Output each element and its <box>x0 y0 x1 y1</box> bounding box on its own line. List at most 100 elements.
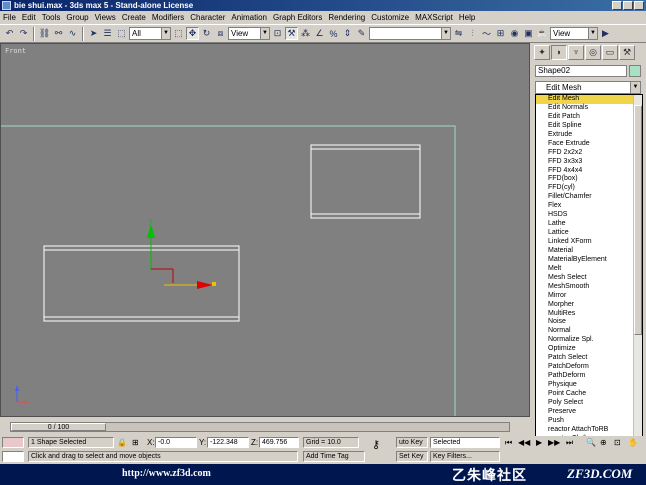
select-manipulate-icon[interactable]: ⚒ <box>285 27 298 40</box>
time-slider[interactable]: 0 / 100 <box>0 421 530 433</box>
modifier-item[interactable]: FFD 2x2x2 <box>536 149 642 158</box>
zoom-icon[interactable]: 🔍 <box>586 437 596 448</box>
modify-tab-icon[interactable]: ◗ <box>551 45 567 60</box>
modifier-item[interactable]: Edit Spline <box>536 122 642 131</box>
add-time-tag-button[interactable]: Add Time Tag <box>303 451 365 462</box>
utilities-tab-icon[interactable]: ⚒ <box>619 45 635 60</box>
modifier-item[interactable]: MultiRes <box>536 310 642 319</box>
modifier-item[interactable]: FFD(box) <box>536 175 642 184</box>
transform-gizmo[interactable]: y <box>147 218 216 289</box>
modifier-item[interactable]: Flex <box>536 202 642 211</box>
menu-file[interactable]: File <box>3 13 16 22</box>
edit-named-selections-icon[interactable]: ✎ <box>355 27 368 40</box>
curve-editor-icon[interactable]: 〜 <box>480 27 493 40</box>
modifier-item[interactable]: Patch Select <box>536 354 642 363</box>
modifier-item[interactable]: Push <box>536 417 642 426</box>
undo-icon[interactable]: ↶ <box>3 27 16 40</box>
modifier-item[interactable]: Morpher <box>536 301 642 310</box>
align-icon[interactable]: ⫶ <box>466 27 479 40</box>
prev-frame-icon[interactable]: ◀◀ <box>518 437 530 448</box>
set-key-button[interactable]: Set Key <box>396 451 428 462</box>
modifier-item[interactable]: PathDeform <box>536 372 642 381</box>
modifier-item[interactable]: Optimize <box>536 345 642 354</box>
menu-modifiers[interactable]: Modifiers <box>152 13 184 22</box>
window-crossing-icon[interactable]: ⬚ <box>172 27 185 40</box>
menu-edit[interactable]: Edit <box>22 13 36 22</box>
modifier-item[interactable]: FFD 3x3x3 <box>536 158 642 167</box>
time-slider-track[interactable]: 0 / 100 <box>10 422 510 432</box>
modifier-item[interactable]: FFD(cyl) <box>536 184 642 193</box>
select-by-name-icon[interactable]: ☰ <box>101 27 114 40</box>
display-tab-icon[interactable]: ▭ <box>602 45 618 60</box>
quick-render-icon[interactable]: ☕ <box>536 27 549 40</box>
pivot-center-icon[interactable]: ⊡ <box>271 27 284 40</box>
modifier-item[interactable]: FFD 4x4x4 <box>536 167 642 176</box>
zoom-all-icon[interactable]: ⊕ <box>600 437 607 448</box>
schematic-view-icon[interactable]: ⊞ <box>494 27 507 40</box>
menu-customize[interactable]: Customize <box>371 13 409 22</box>
modifier-item[interactable]: Poly Select <box>536 399 642 408</box>
modifier-item[interactable]: Mirror <box>536 292 642 301</box>
rotate-icon[interactable]: ↻ <box>200 27 213 40</box>
modifier-item[interactable]: Face Extrude <box>536 140 642 149</box>
maxscript-listener-box[interactable] <box>2 437 24 448</box>
modifier-item[interactable]: Melt <box>536 265 642 274</box>
modifier-item[interactable]: reactor AttachToRB <box>536 426 642 435</box>
lock-icon[interactable]: 🔒 <box>117 437 127 448</box>
object-name-field[interactable]: Shape02 <box>535 65 627 77</box>
goto-start-icon[interactable]: ⏮ <box>505 437 512 448</box>
selection-filter-select[interactable]: All ▼ <box>129 27 171 40</box>
pan-icon[interactable]: ✋ <box>628 437 638 448</box>
snap-toggle-icon[interactable]: ⁂ <box>299 27 312 40</box>
goto-end-icon[interactable]: ⏭ <box>566 437 573 448</box>
spinner-snap-icon[interactable]: ⇕ <box>341 27 354 40</box>
play-icon[interactable]: ▶ <box>536 437 542 448</box>
absolute-mode-icon[interactable]: ⊞ <box>132 437 139 448</box>
menu-graph-editors[interactable]: Graph Editors <box>273 13 322 22</box>
bind-spacewarp-icon[interactable]: ∿ <box>66 27 79 40</box>
render-view-select[interactable]: View ▼ <box>550 27 598 40</box>
modifier-item[interactable]: Lattice <box>536 229 642 238</box>
modifier-item[interactable]: Physique <box>536 381 642 390</box>
z-coord-field[interactable]: 469.756 <box>259 437 299 448</box>
close-button[interactable] <box>634 1 644 10</box>
angle-snap-icon[interactable]: ∠ <box>313 27 326 40</box>
create-tab-icon[interactable]: ✦ <box>534 45 550 60</box>
menu-create[interactable]: Create <box>122 13 146 22</box>
modifier-item[interactable]: Lathe <box>536 220 642 229</box>
percent-snap-icon[interactable]: % <box>327 27 340 40</box>
shape-object-right[interactable] <box>310 144 421 219</box>
auto-key-button[interactable]: uto Key <box>396 437 428 448</box>
modifier-item[interactable]: HSDS <box>536 211 642 220</box>
key-icon[interactable]: ⚷ <box>372 440 380 451</box>
modifier-item[interactable]: Edit Normals <box>536 104 642 113</box>
x-coord-field[interactable]: -0.0 <box>155 437 197 448</box>
named-selection-select[interactable]: ▼ <box>369 27 451 40</box>
ref-coord-select[interactable]: View ▼ <box>228 27 270 40</box>
y-coord-field[interactable]: -122.348 <box>207 437 249 448</box>
maximize-button[interactable] <box>623 1 633 10</box>
motion-tab-icon[interactable]: ◎ <box>585 45 601 60</box>
modifier-item[interactable]: Normalize Spl. <box>536 336 642 345</box>
modifier-item[interactable]: MeshSmooth <box>536 283 642 292</box>
maxscript-mini-field[interactable] <box>2 451 24 462</box>
link-icon[interactable]: ⛓ <box>38 27 51 40</box>
modifier-item[interactable]: PatchDeform <box>536 363 642 372</box>
modifier-item[interactable]: Edit Mesh <box>536 95 642 104</box>
render-scene-icon[interactable]: ▣ <box>522 27 535 40</box>
modifier-item[interactable]: Linked XForm <box>536 238 642 247</box>
minimize-button[interactable] <box>612 1 622 10</box>
modifier-item[interactable]: Preserve <box>536 408 642 417</box>
modifier-item[interactable]: Normal <box>536 327 642 336</box>
menu-rendering[interactable]: Rendering <box>328 13 365 22</box>
select-object-icon[interactable]: ➤ <box>87 27 100 40</box>
key-mode-select[interactable]: Selected <box>430 437 500 448</box>
mirror-icon[interactable]: ⇋ <box>452 27 465 40</box>
menu-views[interactable]: Views <box>95 13 116 22</box>
dropdown-scroll-thumb[interactable] <box>634 105 642 335</box>
render-last-icon[interactable]: ▶ <box>599 27 612 40</box>
hierarchy-tab-icon[interactable]: ♆ <box>568 45 584 60</box>
menu-group[interactable]: Group <box>66 13 88 22</box>
modifier-item[interactable]: Extrude <box>536 131 642 140</box>
object-color-swatch[interactable] <box>629 65 641 77</box>
